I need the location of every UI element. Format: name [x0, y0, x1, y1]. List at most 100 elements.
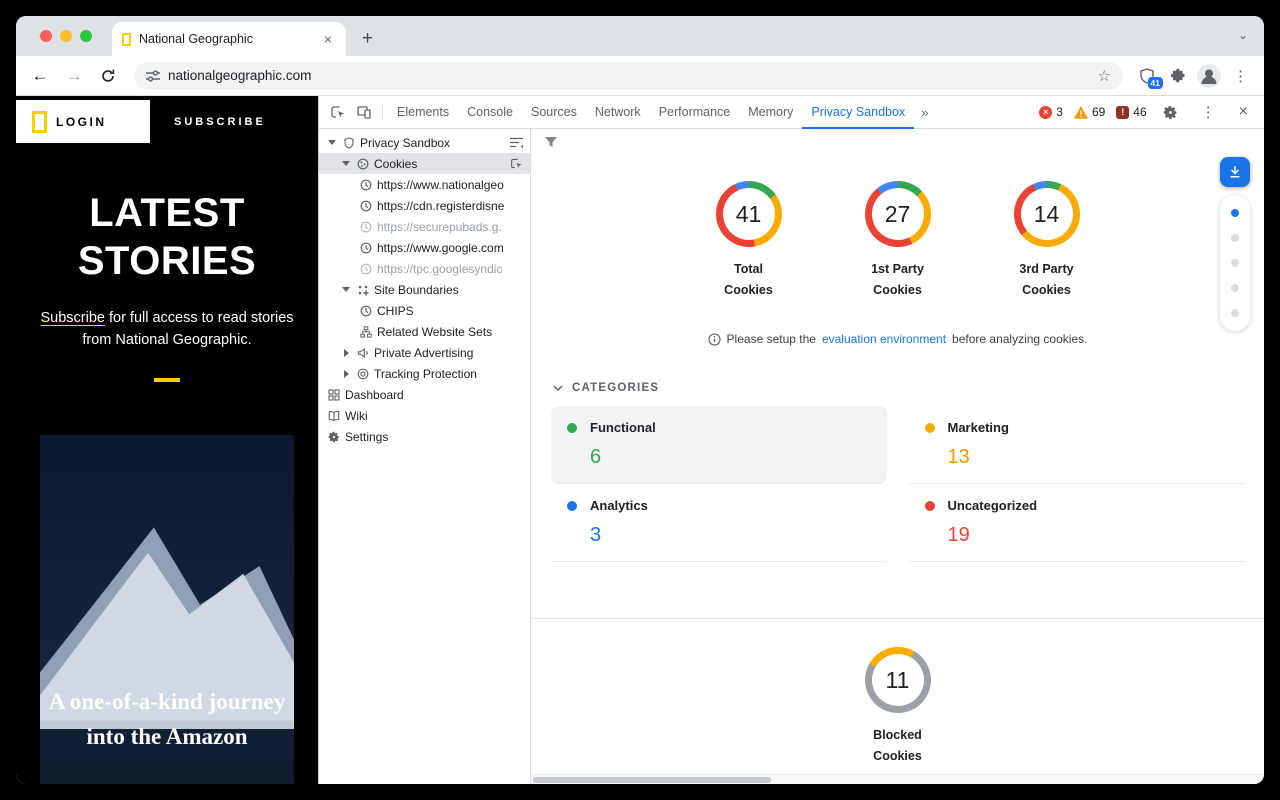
error-icon: ×: [1039, 106, 1052, 119]
bookmark-star-icon[interactable]: ☆: [1098, 67, 1111, 85]
info-text-prefix: Please setup the: [727, 332, 816, 346]
dot-indicator[interactable]: [1231, 284, 1239, 292]
devtools-settings-button[interactable]: [1158, 99, 1184, 125]
caret-right-icon[interactable]: [341, 349, 351, 357]
reload-icon: [100, 68, 116, 84]
issues-badge[interactable]: ! 46: [1116, 105, 1146, 119]
cookie-extension-button[interactable]: 41: [1135, 63, 1159, 89]
browser-tab[interactable]: National Geographic ×: [112, 22, 346, 56]
scrollbar-thumb[interactable]: [533, 777, 771, 783]
info-icon: [708, 333, 721, 346]
profile-avatar[interactable]: [1197, 64, 1221, 88]
tree-item-wiki[interactable]: Wiki: [319, 405, 530, 426]
tree-item-origin[interactable]: https://www.nationalgeo: [319, 174, 530, 195]
maximize-window-button[interactable]: [80, 30, 92, 42]
tree-item-chips[interactable]: CHIPS: [319, 300, 530, 321]
login-link[interactable]: LOGIN: [56, 115, 107, 129]
megaphone-icon: [356, 346, 369, 359]
dot-indicator[interactable]: [1231, 234, 1239, 242]
tree-label: Wiki: [345, 409, 368, 423]
close-window-button[interactable]: [40, 30, 52, 42]
hero-image[interactable]: A one-of-a-kind journey into the Amazon: [40, 435, 294, 784]
natgeo-favicon: [122, 33, 131, 46]
category-uncategorized[interactable]: Uncategorized 19: [909, 484, 1245, 562]
download-button[interactable]: [1220, 157, 1250, 187]
tree-item-privacy-sandbox[interactable]: Privacy Sandbox: [319, 132, 530, 153]
browser-menu-kebab-icon[interactable]: ⋮: [1227, 67, 1254, 85]
categories-title: CATEGORIES: [572, 382, 659, 394]
error-badge[interactable]: × 3: [1039, 105, 1063, 119]
category-label: Analytics: [590, 498, 648, 513]
site-header-left: LOGIN: [16, 100, 150, 143]
donut-chart: 27: [865, 181, 931, 247]
tree-item-private-advertising[interactable]: Private Advertising: [319, 342, 530, 363]
inspect-element-button[interactable]: [325, 99, 351, 125]
tree-item-origin[interactable]: https://tpc.googlesyndic: [319, 258, 530, 279]
tree-item-origin[interactable]: https://securepubads.g.: [319, 216, 530, 237]
extensions-button[interactable]: [1165, 63, 1191, 89]
caret-down-icon[interactable]: [341, 161, 351, 166]
dot-indicator[interactable]: [1231, 209, 1239, 217]
donut-label: Blocked Cookies: [862, 725, 934, 766]
warning-badge[interactable]: 69: [1074, 105, 1105, 119]
donut-label: Total Cookies: [713, 259, 785, 300]
caret-down-icon[interactable]: [327, 140, 337, 145]
tab-network[interactable]: Network: [586, 96, 650, 129]
tree-item-site-boundaries[interactable]: Site Boundaries: [319, 279, 530, 300]
inspect-cursor-icon[interactable]: [510, 157, 523, 170]
tree-item-origin[interactable]: https://www.google.com: [319, 237, 530, 258]
close-devtools-icon[interactable]: ×: [1233, 103, 1254, 121]
tree-item-cookies[interactable]: Cookies: [319, 153, 530, 174]
tab-privacy-sandbox[interactable]: Privacy Sandbox: [802, 96, 914, 129]
total-cookies-donut: 41 Total Cookies: [703, 181, 795, 300]
forward-button[interactable]: →: [60, 62, 88, 90]
category-value: 19: [948, 524, 1038, 547]
filter-funnel-icon[interactable]: [544, 135, 558, 149]
tab-sources[interactable]: Sources: [522, 96, 586, 129]
dot-indicator[interactable]: [1231, 309, 1239, 317]
minimize-window-button[interactable]: [60, 30, 72, 42]
filter-row: [531, 129, 1264, 155]
url-bar[interactable]: nationalgeographic.com ☆: [134, 62, 1123, 90]
caret-down-icon[interactable]: [341, 287, 351, 292]
category-marketing[interactable]: Marketing 13: [909, 406, 1245, 484]
subscribe-link[interactable]: Subscribe: [40, 310, 104, 326]
tree-label: Privacy Sandbox: [360, 136, 450, 150]
clock-icon: [359, 304, 372, 317]
tab-console[interactable]: Console: [458, 96, 522, 129]
url-text[interactable]: nationalgeographic.com: [168, 68, 311, 83]
devtools-menu-kebab-icon[interactable]: ⋮: [1195, 103, 1222, 121]
back-button[interactable]: ←: [26, 62, 54, 90]
donut-chart: 41: [716, 181, 782, 247]
caret-right-icon[interactable]: [341, 370, 351, 378]
tab-memory[interactable]: Memory: [739, 96, 802, 129]
panel-menu-icon[interactable]: [510, 137, 523, 148]
natgeo-logo[interactable]: [32, 111, 47, 133]
subscribe-button[interactable]: SUBSCRIBE: [174, 116, 266, 128]
tab-search-chevron-icon[interactable]: ⌄: [1238, 28, 1248, 42]
window-controls: [40, 30, 92, 42]
tab-performance[interactable]: Performance: [650, 96, 740, 129]
new-tab-button[interactable]: +: [362, 28, 373, 50]
inspect-cursor-icon: [330, 104, 346, 120]
tree-item-origin[interactable]: https://cdn.registerdisne: [319, 195, 530, 216]
tree-item-settings[interactable]: Settings: [319, 426, 530, 447]
tree-item-tracking-protection[interactable]: Tracking Protection: [319, 363, 530, 384]
issues-icon: !: [1116, 106, 1129, 119]
device-toolbar-button[interactable]: [351, 99, 377, 125]
dot-indicator[interactable]: [1231, 259, 1239, 267]
categories-header[interactable]: CATEGORIES: [531, 382, 1264, 394]
tree-item-related-website-sets[interactable]: Related Website Sets: [319, 321, 530, 342]
evaluation-environment-link[interactable]: evaluation environment: [822, 332, 946, 346]
category-functional[interactable]: Functional 6: [551, 406, 887, 484]
horizontal-scrollbar[interactable]: [531, 774, 1264, 784]
tab-elements[interactable]: Elements: [388, 96, 458, 129]
puzzle-icon: [1170, 68, 1186, 84]
close-tab-icon[interactable]: ×: [320, 30, 336, 48]
tree-label: CHIPS: [377, 304, 414, 318]
more-tabs-icon[interactable]: »: [914, 105, 935, 120]
grid-icon: [327, 388, 340, 401]
tree-item-dashboard[interactable]: Dashboard: [319, 384, 530, 405]
category-analytics[interactable]: Analytics 3: [551, 484, 887, 562]
reload-button[interactable]: [94, 62, 122, 90]
